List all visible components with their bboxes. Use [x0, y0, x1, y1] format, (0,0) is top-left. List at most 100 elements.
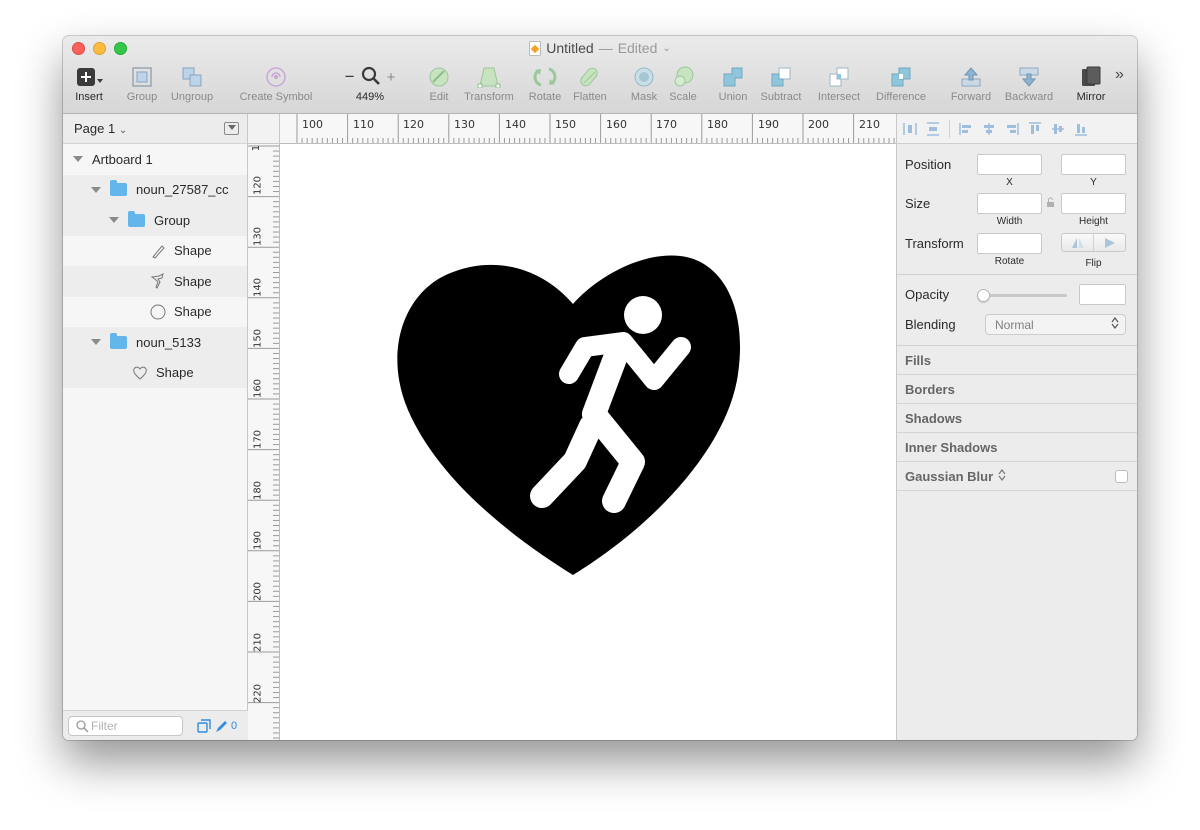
align-center-horizontal-icon[interactable]	[982, 122, 996, 136]
rotate-icon	[532, 64, 558, 90]
align-middle-vertical-icon[interactable]	[1051, 122, 1065, 136]
union-label: Union	[718, 91, 748, 103]
insert-button[interactable]: Insert	[71, 64, 107, 110]
scale-button[interactable]: Scale	[666, 64, 700, 110]
page-selector[interactable]: Page 1 ⌄	[63, 114, 247, 144]
layer-shape-path[interactable]: Shape	[63, 236, 247, 267]
toolbar-overflow-button[interactable]: »	[1115, 66, 1124, 84]
difference-icon	[889, 64, 913, 90]
subtract-button[interactable]: Subtract	[756, 64, 806, 110]
zoom-control: − + 449%	[338, 64, 402, 110]
gaussian-blur-section[interactable]: Gaussian Blur	[897, 462, 1137, 491]
ungroup-button[interactable]: Ungroup	[167, 64, 217, 110]
mirror-button[interactable]: Mirror	[1071, 64, 1111, 110]
zoom-in-button[interactable]: +	[387, 69, 396, 86]
position-x-field[interactable]	[977, 154, 1042, 175]
slice-filter-icon[interactable]	[214, 719, 228, 733]
oval-shape-icon	[149, 303, 167, 321]
mask-button[interactable]: Mask	[627, 64, 661, 110]
heart-shape[interactable]	[397, 255, 741, 575]
runner-head[interactable]	[624, 296, 662, 334]
chevron-down-icon: ⌄	[118, 125, 128, 136]
layer-shape-heart[interactable]: Shape	[63, 357, 247, 388]
inspector-panel: Position X Y Size Width Height Transform…	[896, 114, 1137, 740]
layer-noun-27587[interactable]: noun_27587_cc	[63, 174, 247, 205]
position-y-field[interactable]	[1061, 154, 1126, 175]
layer-label: Shape	[174, 273, 212, 289]
disclosure-triangle-icon[interactable]	[91, 186, 101, 193]
lock-proportions-icon[interactable]	[1046, 197, 1055, 211]
width-label: Width	[996, 216, 1023, 227]
intersect-icon	[827, 64, 851, 90]
layer-shape-figure[interactable]: Shape	[63, 266, 247, 297]
document-title[interactable]: Untitled — Edited ⌄	[63, 40, 1137, 56]
toolbar: Untitled — Edited ⌄ Insert Group Ungroup…	[63, 36, 1137, 114]
ruler-label: 1	[251, 144, 262, 152]
ruler-label: 200	[808, 118, 829, 131]
gaussian-blur-checkbox[interactable]	[1115, 469, 1128, 483]
distribute-horizontal-icon[interactable]	[903, 122, 917, 136]
layer-artboard-1[interactable]: Artboard 1	[63, 144, 247, 175]
layer-noun-5133[interactable]: noun_5133	[63, 327, 247, 358]
flatten-label: Flatten	[573, 91, 607, 103]
borders-section[interactable]: Borders	[897, 375, 1137, 404]
union-button[interactable]: Union	[715, 64, 751, 110]
difference-label: Difference	[876, 91, 926, 103]
ruler-label: 130	[252, 226, 264, 247]
flatten-button[interactable]: Flatten	[570, 64, 610, 110]
rotate-label: Rotate	[528, 91, 562, 103]
height-field[interactable]	[1061, 193, 1126, 214]
shadows-section[interactable]: Shadows	[897, 404, 1137, 433]
group-button[interactable]: Group	[124, 64, 160, 110]
position-y-label: Y	[1090, 177, 1097, 188]
symbols-filter-icon[interactable]	[197, 718, 211, 733]
layer-filter-input[interactable]: Filter	[68, 715, 183, 736]
opacity-slider-knob[interactable]	[977, 289, 990, 302]
edit-button[interactable]: Edit	[422, 64, 456, 110]
align-top-icon[interactable]	[1028, 121, 1042, 136]
fills-section[interactable]: Fills	[897, 346, 1137, 375]
flip-horizontal-button[interactable]	[1062, 234, 1094, 251]
send-backward-icon	[1017, 64, 1041, 90]
width-field[interactable]	[977, 193, 1042, 214]
zoom-out-button[interactable]: −	[345, 67, 355, 87]
ruler-label: 150	[252, 328, 264, 349]
horizontal-ruler[interactable]: 100 110 120 130 140 150 160 170 180 190 …	[280, 114, 896, 144]
intersect-button[interactable]: Intersect	[812, 64, 866, 110]
distribute-vertical-icon[interactable]	[926, 121, 940, 136]
layer-group[interactable]: Group	[63, 205, 247, 236]
inner-shadows-section[interactable]: Inner Shadows	[897, 433, 1137, 462]
layer-shape-circle[interactable]: Shape	[63, 297, 247, 328]
backward-button[interactable]: Backward	[1002, 64, 1056, 110]
rotate-field[interactable]	[977, 233, 1042, 254]
position-label: Position	[905, 157, 952, 172]
create-symbol-button[interactable]: Create Symbol	[235, 64, 317, 110]
flip-label: Flip	[1085, 258, 1102, 269]
align-bottom-icon[interactable]	[1074, 122, 1088, 136]
backward-label: Backward	[1004, 91, 1054, 103]
opacity-slider-track[interactable]	[983, 294, 1067, 297]
difference-button[interactable]: Difference	[871, 64, 931, 110]
mask-icon	[632, 64, 656, 90]
forward-button[interactable]: Forward	[947, 64, 995, 110]
opacity-field[interactable]	[1079, 284, 1126, 305]
fills-label: Fills	[905, 352, 932, 368]
blending-select[interactable]: Normal	[985, 314, 1126, 335]
position-x-label: X	[1006, 177, 1013, 188]
transform-button[interactable]: Transform	[460, 64, 518, 110]
align-left-icon[interactable]	[959, 122, 973, 136]
page-label: Page 1 ⌄	[74, 121, 127, 136]
rotate-button[interactable]: Rotate	[525, 64, 565, 110]
disclosure-triangle-icon[interactable]	[73, 156, 83, 163]
heart-runner-artwork[interactable]	[280, 144, 896, 740]
artboard-canvas[interactable]	[280, 144, 896, 740]
sketch-window: Untitled — Edited ⌄ Insert Group Ungroup…	[63, 36, 1137, 740]
vertical-ruler[interactable]: 1 120 130 140 150 160 170 180 190 200 21…	[248, 144, 280, 740]
align-right-icon[interactable]	[1005, 122, 1019, 136]
flip-vertical-button[interactable]	[1094, 234, 1125, 251]
layer-filter-bar: Filter 0	[63, 710, 248, 740]
blur-type-arrows-icon[interactable]	[998, 468, 1006, 484]
pages-toggle-icon[interactable]	[224, 122, 239, 135]
disclosure-triangle-icon[interactable]	[91, 339, 101, 346]
disclosure-triangle-icon[interactable]	[109, 217, 119, 224]
